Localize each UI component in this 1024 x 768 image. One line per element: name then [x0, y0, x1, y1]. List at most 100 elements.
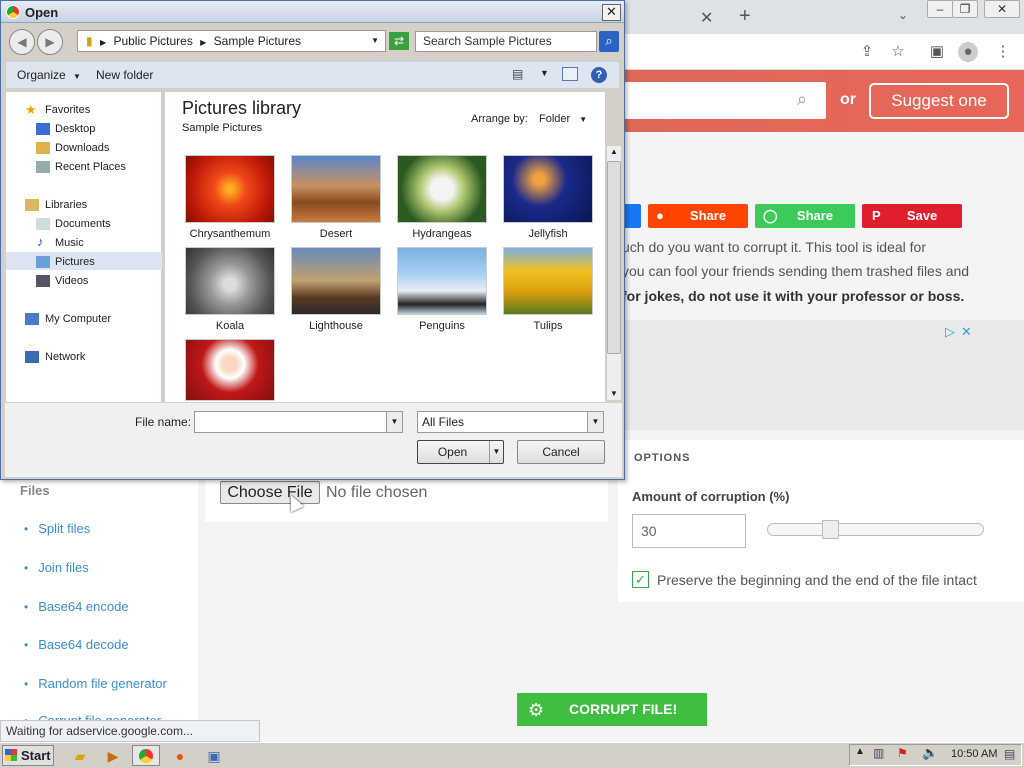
preserve-checkbox[interactable]: ✓	[632, 571, 649, 588]
media-player-icon[interactable]: ▶	[99, 745, 127, 766]
side-panel-icon[interactable]: ▣	[927, 42, 947, 62]
volume-icon[interactable]: 🔈	[922, 745, 938, 761]
file-label[interactable]: Jellyfish	[493, 228, 603, 240]
search-icon[interactable]: ⌕	[599, 31, 619, 52]
nav-recent-places[interactable]: Recent Places	[55, 161, 126, 173]
scrollbar-thumb[interactable]	[607, 161, 621, 354]
breadcrumb-public-pictures[interactable]: Public Pictures	[113, 34, 192, 48]
sidebar-item-random-file-generator[interactable]: Random file generator	[24, 676, 167, 691]
nav-downloads[interactable]: Downloads	[55, 142, 109, 154]
tab-search-icon[interactable]: ⌄	[898, 8, 908, 22]
file-label[interactable]: Hydrangeas	[387, 228, 497, 240]
nav-videos[interactable]: Videos	[55, 275, 88, 287]
help-icon[interactable]: ?	[591, 67, 607, 83]
tray-expand-icon[interactable]: ▲	[855, 746, 865, 757]
restore-icon[interactable]: ❐	[952, 0, 978, 18]
profile-icon[interactable]: ●	[958, 42, 978, 62]
choose-file-button[interactable]: Choose File	[220, 481, 320, 504]
security-tray-icon[interactable]: ⚑	[897, 746, 908, 760]
network-tray-icon[interactable]: ▥	[873, 746, 884, 760]
nav-my-computer[interactable]: My Computer	[45, 313, 111, 325]
nav-network[interactable]: Network	[45, 351, 85, 363]
thumbnail-lighthouse[interactable]	[291, 247, 381, 315]
file-name-input[interactable]	[194, 411, 403, 433]
hero-search-input[interactable]	[620, 82, 826, 119]
window-close-icon[interactable]: ✕	[984, 0, 1020, 18]
arrange-by-value: Folder	[539, 113, 571, 125]
address-bar[interactable]: ▮ ▶ Public Pictures ▶ Sample Pictures ▼	[77, 30, 386, 52]
thumbnail-chrysanthemum[interactable]	[185, 155, 275, 223]
explorer-icon[interactable]: ▰	[66, 745, 94, 766]
refresh-icon[interactable]: ⇄	[389, 32, 409, 50]
file-label[interactable]: Tulips	[493, 320, 603, 332]
corruption-slider[interactable]	[767, 523, 984, 536]
file-type-select[interactable]: All Files	[417, 411, 604, 433]
nav-favorites[interactable]: Favorites	[45, 104, 90, 116]
nav-desktop[interactable]: Desktop	[55, 123, 95, 135]
browser-status-bar: Waiting for adservice.google.com...	[0, 720, 260, 742]
search-input[interactable]: Search Sample Pictures	[415, 31, 597, 52]
file-label[interactable]: Desert	[281, 228, 391, 240]
file-type-dropdown-icon[interactable]: ▼	[587, 412, 603, 432]
back-arrow-icon[interactable]: ◀	[9, 29, 35, 55]
cancel-button[interactable]: Cancel	[517, 440, 605, 464]
thumbnail-penguins[interactable]	[397, 247, 487, 315]
thumbnail-koala[interactable]	[185, 247, 275, 315]
pinterest-save-button[interactable]: P Save	[862, 204, 962, 228]
change-view-icon[interactable]: ▤	[512, 67, 523, 81]
file-name-dropdown-icon[interactable]: ▼	[386, 412, 402, 432]
nav-libraries[interactable]: Libraries	[45, 199, 87, 211]
organize-button[interactable]: Organize ▼	[17, 68, 81, 82]
thumbnail-santa[interactable]	[185, 339, 275, 401]
hero-or-text: or	[840, 91, 856, 108]
thumbnail-tulips[interactable]	[503, 247, 593, 315]
file-label[interactable]: Chrysanthemum	[175, 228, 285, 240]
minimize-icon[interactable]: –	[927, 0, 953, 18]
scroll-down-icon[interactable]: ▼	[610, 389, 618, 398]
slider-thumb[interactable]	[822, 520, 839, 539]
open-dropdown-icon[interactable]: ▼	[489, 441, 503, 463]
close-tab-icon[interactable]: ✕	[700, 8, 713, 28]
firefox-icon[interactable]: ●	[166, 745, 194, 766]
adchoices-icon[interactable]: ▷	[945, 324, 955, 340]
suggest-button[interactable]: Suggest one	[869, 83, 1009, 119]
file-label[interactable]: Lighthouse	[281, 320, 391, 332]
thumbnail-hydrangeas[interactable]	[397, 155, 487, 223]
sidebar-item-split-files[interactable]: Split files	[24, 521, 90, 536]
sidebar-item-base64-decode[interactable]: Base64 decode	[24, 637, 128, 652]
clock[interactable]: 10:50 AM	[951, 748, 997, 760]
arrange-by-dropdown[interactable]: Folder ▼	[539, 113, 587, 125]
dialog-title-bar	[1, 1, 624, 23]
thumbnail-jellyfish[interactable]	[503, 155, 593, 223]
nav-music[interactable]: Music	[55, 237, 84, 249]
scroll-up-icon[interactable]: ▲	[610, 147, 618, 156]
reddit-share-button[interactable]: ● Share	[648, 204, 748, 228]
new-folder-button[interactable]: New folder	[96, 68, 153, 82]
breadcrumb-sample-pictures[interactable]: Sample Pictures	[214, 34, 301, 48]
remote-desktop-icon[interactable]: ▣	[200, 745, 228, 766]
view-dropdown-icon[interactable]: ▼	[540, 68, 549, 78]
menu-dots-icon[interactable]: ⋮	[993, 42, 1013, 62]
corruption-input[interactable]: 30	[632, 514, 746, 548]
whatsapp-share-button[interactable]: ◯ Share	[755, 204, 855, 228]
corrupt-file-button[interactable]: CORRUPT FILE!	[517, 693, 707, 726]
nav-documents[interactable]: Documents	[55, 218, 111, 230]
sidebar-item-base64-encode[interactable]: Base64 encode	[24, 599, 128, 614]
nav-pictures[interactable]: Pictures	[55, 256, 95, 268]
thumbnail-desert[interactable]	[291, 155, 381, 223]
share-page-icon[interactable]: ⇪	[857, 42, 877, 62]
forward-arrow-icon[interactable]: ▶	[37, 29, 63, 55]
ad-close-icon[interactable]: ✕	[961, 324, 972, 340]
notification-icon[interactable]: ▤	[1004, 747, 1015, 761]
file-label[interactable]: Koala	[175, 320, 285, 332]
file-label[interactable]: Penguins	[387, 320, 497, 332]
address-dropdown-icon[interactable]: ▼	[371, 31, 379, 51]
search-icon[interactable]: ⌕	[797, 89, 807, 110]
bookmark-star-icon[interactable]: ☆	[888, 42, 908, 62]
dialog-close-icon[interactable]: ✕	[602, 4, 621, 21]
description-line: uch do you want to corrupt it. This tool…	[622, 239, 927, 255]
preview-pane-icon[interactable]	[562, 67, 578, 81]
sidebar-item-join-files[interactable]: Join files	[24, 560, 89, 575]
new-tab-icon[interactable]: +	[739, 5, 751, 28]
chrome-taskbar-icon[interactable]	[132, 745, 160, 766]
